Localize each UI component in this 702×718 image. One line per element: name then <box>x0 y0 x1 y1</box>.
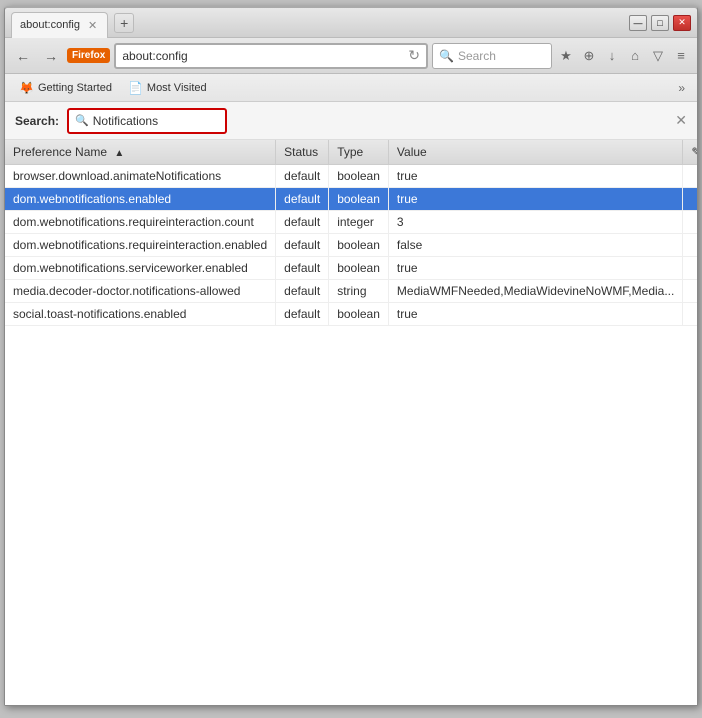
cell-status: default <box>276 303 329 326</box>
cell-value: 3 <box>388 211 682 234</box>
home-icon[interactable]: ⌂ <box>625 46 645 66</box>
col-pref-label: Preference Name <box>13 145 107 159</box>
table-row[interactable]: dom.webnotifications.requireinteraction.… <box>5 211 697 234</box>
cell-icon <box>683 234 697 257</box>
active-tab[interactable]: about:config ✕ <box>11 12 108 38</box>
cell-pref: dom.webnotifications.requireinteraction.… <box>5 234 276 257</box>
tab-label: about:config <box>20 19 80 31</box>
search-box[interactable]: 🔍 Search <box>432 43 552 69</box>
filter-clear-button[interactable]: ✕ <box>675 112 687 129</box>
firefox-badge: Firefox <box>67 48 110 63</box>
table-row[interactable]: dom.webnotifications.serviceworker.enabl… <box>5 257 697 280</box>
cell-pref: browser.download.animateNotifications <box>5 165 276 188</box>
cell-type: boolean <box>329 188 389 211</box>
cell-value: true <box>388 257 682 280</box>
back-button[interactable]: ← <box>11 44 35 68</box>
edit-col-icon: ✎ <box>691 145 697 159</box>
table-body: browser.download.animateNotificationsdef… <box>5 165 697 326</box>
filter-input-wrapper: 🔍 <box>67 108 227 134</box>
reload-button[interactable]: ↻ <box>408 47 420 64</box>
new-tab-button[interactable]: + <box>114 13 134 33</box>
cell-pref: media.decoder-doctor.notifications-allow… <box>5 280 276 303</box>
cell-type: boolean <box>329 165 389 188</box>
getting-started-label: Getting Started <box>38 82 112 94</box>
col-header-status: Status <box>276 140 329 165</box>
preferences-table: Preference Name ▲ Status Type Value <box>5 140 697 326</box>
table-row[interactable]: browser.download.animateNotificationsdef… <box>5 165 697 188</box>
cell-icon <box>683 211 697 234</box>
cell-pref: dom.webnotifications.serviceworker.enabl… <box>5 257 276 280</box>
filter-bar: Search: 🔍 ✕ <box>5 102 697 140</box>
cell-icon <box>683 257 697 280</box>
toolbar-icons: ★ ⊕ ↓ ⌂ ▽ ≡ <box>556 46 691 66</box>
cell-pref: dom.webnotifications.enabled <box>5 188 276 211</box>
navigation-bar: ← → Firefox about:config ↻ 🔍 Search ★ ⊕ … <box>5 38 697 74</box>
col-header-pref[interactable]: Preference Name ▲ <box>5 140 276 165</box>
cell-icon <box>683 303 697 326</box>
col-type-label: Type <box>337 145 363 159</box>
filter-label: Search: <box>15 114 59 128</box>
browser-window: about:config ✕ + — □ ✕ ← → Firefox about… <box>4 6 698 706</box>
preferences-table-container[interactable]: Preference Name ▲ Status Type Value <box>5 140 697 705</box>
forward-button[interactable]: → <box>39 44 63 68</box>
search-placeholder: Search <box>458 49 496 63</box>
col-status-label: Status <box>284 145 318 159</box>
cell-status: default <box>276 211 329 234</box>
cell-icon <box>683 280 697 303</box>
window-controls: — □ ✕ <box>629 15 691 31</box>
cell-icon <box>683 165 697 188</box>
col-header-value: Value <box>388 140 682 165</box>
col-header-type: Type <box>329 140 389 165</box>
tab-close-button[interactable]: ✕ <box>88 19 97 32</box>
search-icon: 🔍 <box>439 49 454 63</box>
cell-type: boolean <box>329 303 389 326</box>
cell-status: default <box>276 280 329 303</box>
bookmarks-more-button[interactable]: » <box>674 79 689 97</box>
download-icon[interactable]: ↓ <box>602 46 622 66</box>
most-visited-icon: 📄 <box>128 81 143 95</box>
table-row[interactable]: dom.webnotifications.requireinteraction.… <box>5 234 697 257</box>
cell-type: integer <box>329 211 389 234</box>
cell-value: true <box>388 165 682 188</box>
cell-status: default <box>276 234 329 257</box>
cell-pref: social.toast-notifications.enabled <box>5 303 276 326</box>
table-row[interactable]: dom.webnotifications.enableddefaultboole… <box>5 188 697 211</box>
filter-icon: 🔍 <box>75 114 89 127</box>
sort-arrow-icon: ▲ <box>114 148 124 159</box>
cell-type: string <box>329 280 389 303</box>
bookmark-most-visited[interactable]: 📄 Most Visited <box>122 79 213 97</box>
cell-value: true <box>388 303 682 326</box>
cell-value: false <box>388 234 682 257</box>
table-row[interactable]: social.toast-notifications.enableddefaul… <box>5 303 697 326</box>
menu-icon[interactable]: ≡ <box>671 46 691 66</box>
most-visited-label: Most Visited <box>147 82 207 94</box>
cell-type: boolean <box>329 234 389 257</box>
col-header-icon: ✎ <box>683 140 697 165</box>
cell-status: default <box>276 188 329 211</box>
filter-input[interactable] <box>93 114 213 128</box>
address-bar[interactable]: about:config ↻ <box>114 43 428 69</box>
close-button[interactable]: ✕ <box>673 15 691 31</box>
cell-status: default <box>276 257 329 280</box>
table-header-row: Preference Name ▲ Status Type Value <box>5 140 697 165</box>
bookmark-getting-started[interactable]: 🦊 Getting Started <box>13 79 118 97</box>
table-row[interactable]: media.decoder-doctor.notifications-allow… <box>5 280 697 303</box>
title-bar: about:config ✕ + — □ ✕ <box>5 8 697 38</box>
history-icon[interactable]: ⊕ <box>579 46 599 66</box>
content-area: Search: 🔍 ✕ Preference Name ▲ Status <box>5 102 697 705</box>
getting-started-icon: 🦊 <box>19 81 34 95</box>
cell-pref: dom.webnotifications.requireinteraction.… <box>5 211 276 234</box>
cell-type: boolean <box>329 257 389 280</box>
address-text: about:config <box>122 49 408 63</box>
cell-icon <box>683 188 697 211</box>
col-value-label: Value <box>397 145 427 159</box>
maximize-button[interactable]: □ <box>651 15 669 31</box>
minimize-button[interactable]: — <box>629 15 647 31</box>
bookmarks-bar: 🦊 Getting Started 📄 Most Visited » <box>5 74 697 102</box>
cell-status: default <box>276 165 329 188</box>
pocket-icon[interactable]: ▽ <box>648 46 668 66</box>
cell-value: true <box>388 188 682 211</box>
cell-value: MediaWMFNeeded,MediaWidevineNoWMF,Media.… <box>388 280 682 303</box>
bookmark-icon[interactable]: ★ <box>556 46 576 66</box>
